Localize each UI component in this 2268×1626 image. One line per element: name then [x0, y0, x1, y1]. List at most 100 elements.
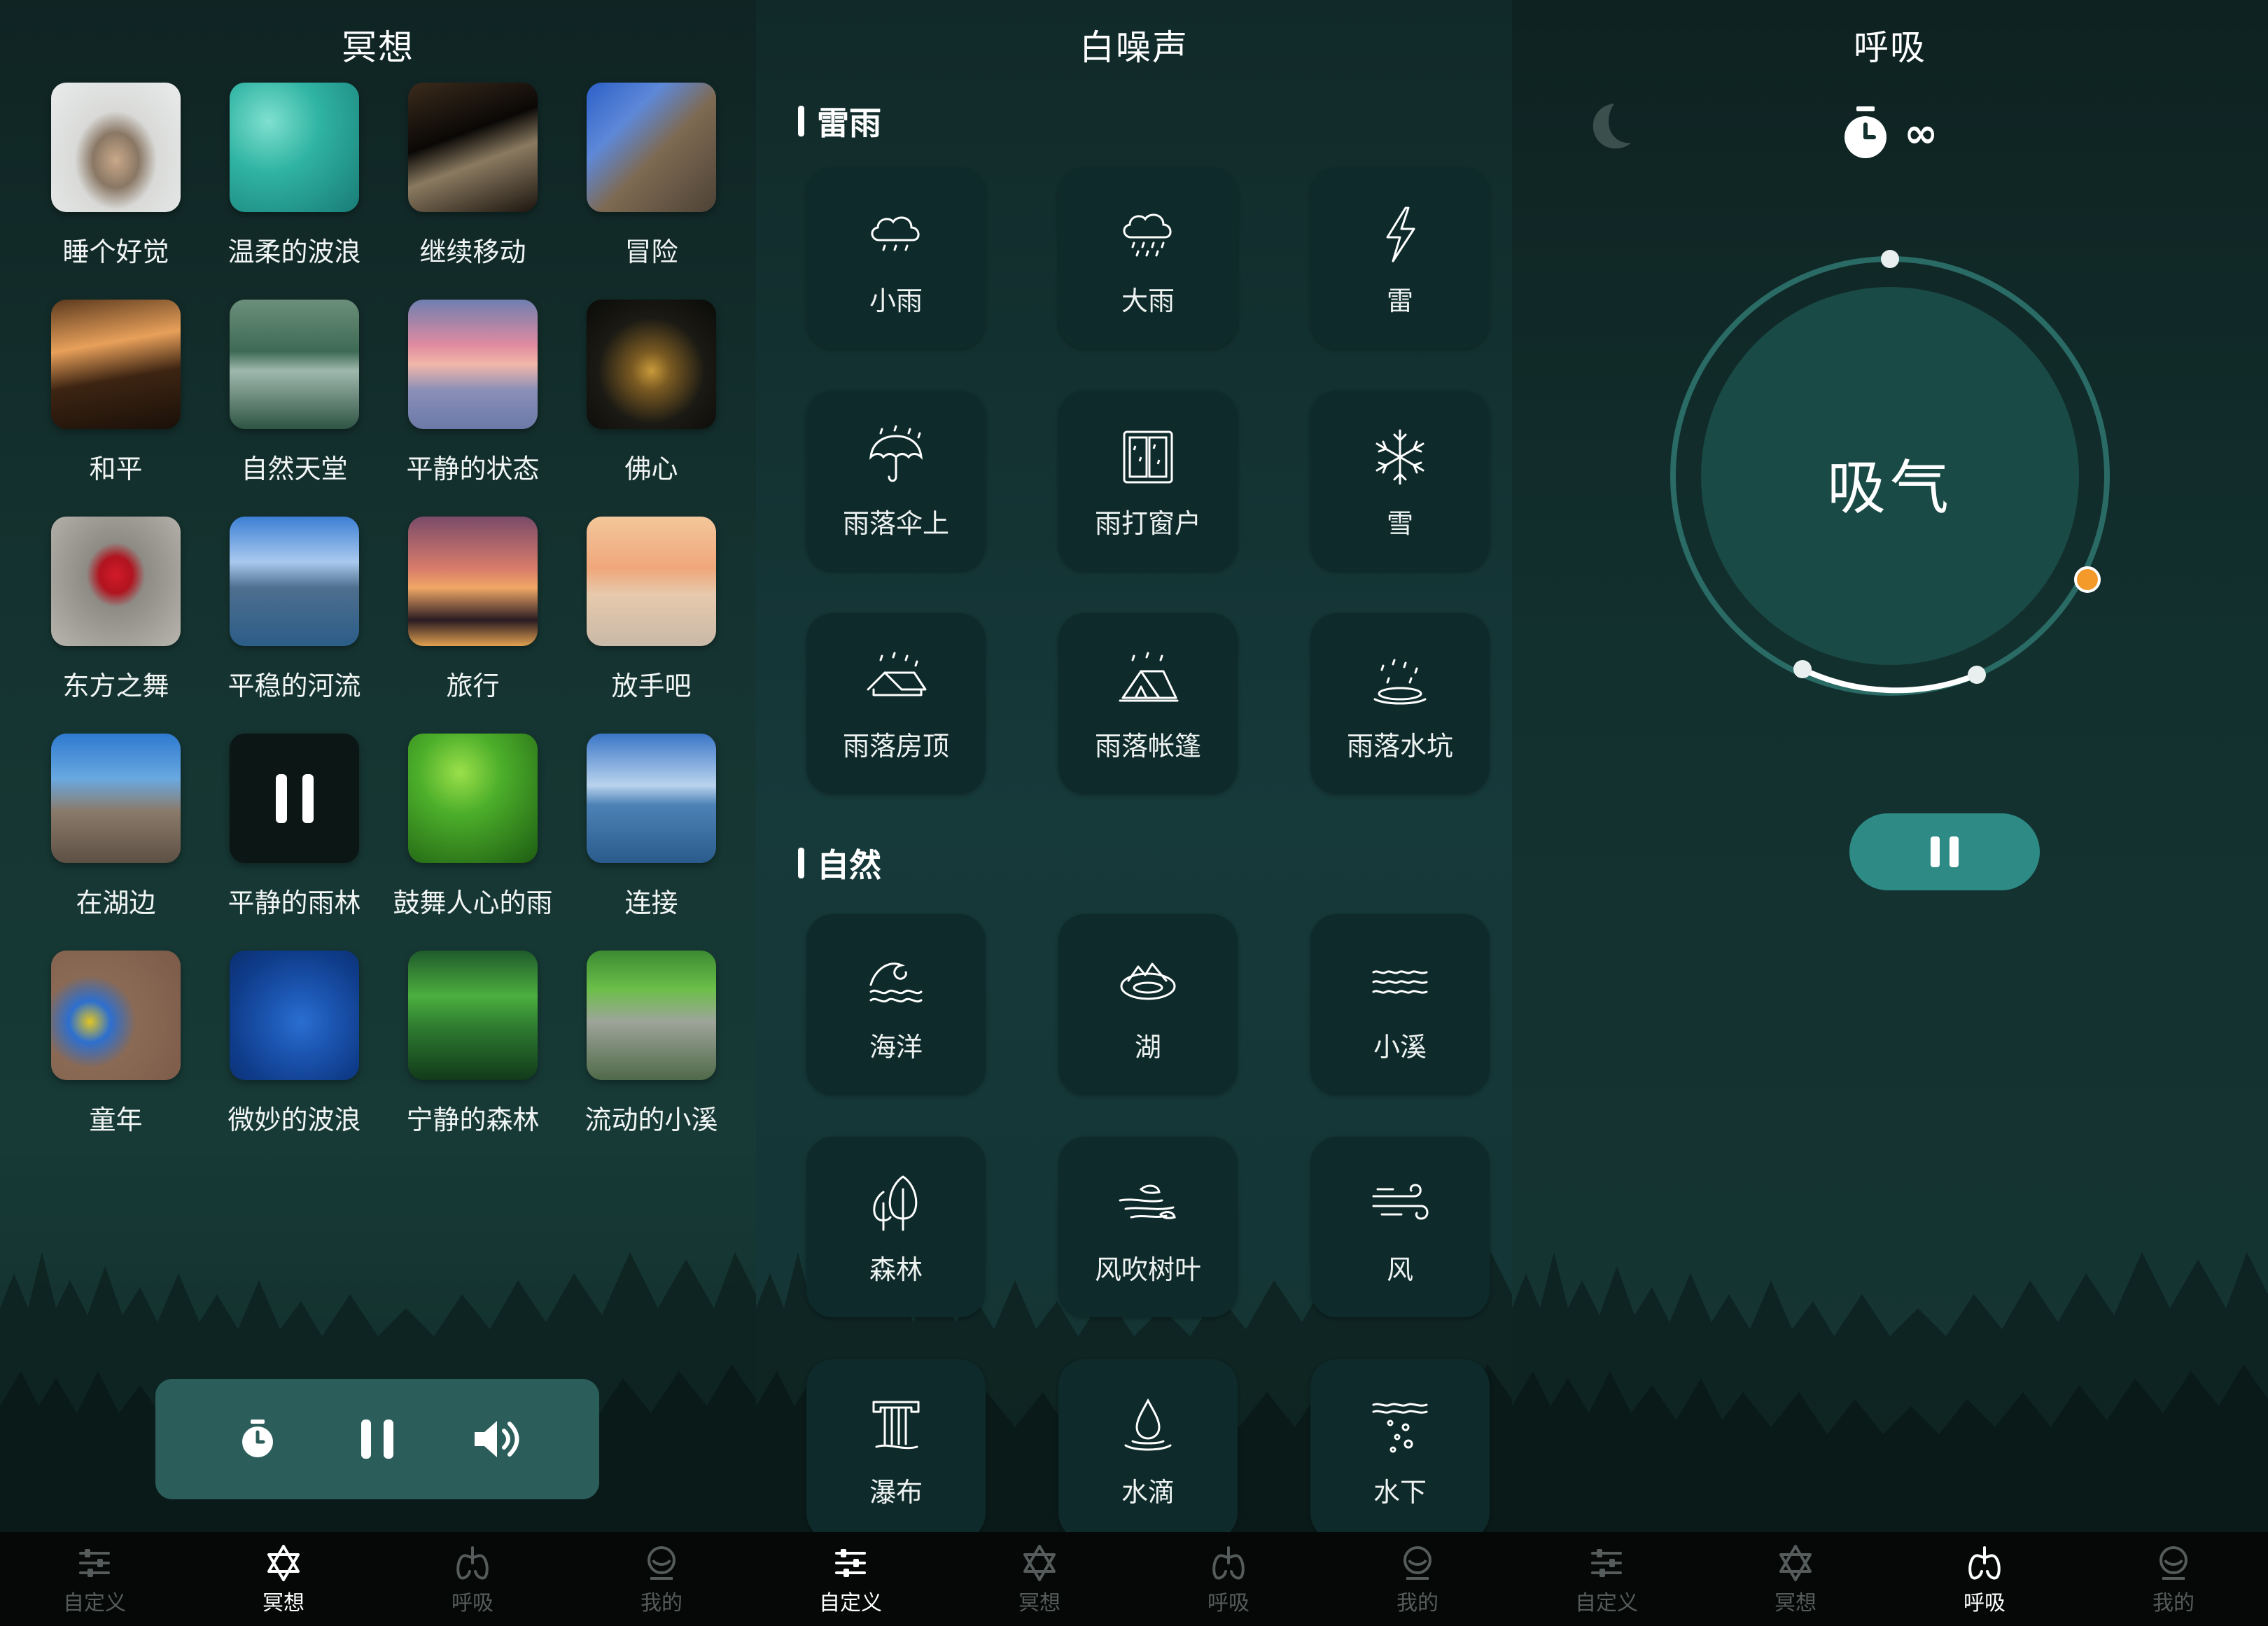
- noise-tile[interactable]: 雷: [1310, 168, 1490, 349]
- meditation-item[interactable]: 佛心: [562, 300, 741, 486]
- noise-tile[interactable]: 雨落房顶: [806, 613, 986, 794]
- moon-icon[interactable]: [1582, 98, 1638, 154]
- meditation-item[interactable]: 和平: [27, 300, 205, 486]
- umbrella-rain-icon: [869, 425, 923, 482]
- meditation-thumbnail-grass[interactable]: [408, 734, 538, 863]
- noise-tile[interactable]: 海洋: [806, 914, 986, 1095]
- noise-label: 雨落帐篷: [1094, 730, 1201, 762]
- meditation-thumbnail-playing[interactable]: [230, 734, 359, 863]
- tab-me[interactable]: 我的: [2079, 1532, 2268, 1626]
- meditation-item[interactable]: 继续移动: [384, 83, 562, 269]
- lightning-icon: [1386, 206, 1415, 262]
- meditation-thumbnail-sleeping-cat[interactable]: [51, 83, 181, 212]
- meditation-thumbnail-beach-person[interactable]: [587, 517, 716, 646]
- tab-me[interactable]: 我的: [567, 1532, 756, 1626]
- meditation-item[interactable]: 旅行: [384, 517, 562, 703]
- puddle-rain-icon: [1373, 659, 1427, 704]
- noise-tile[interactable]: 湖: [1058, 914, 1238, 1095]
- volume-button[interactable]: [469, 1411, 525, 1467]
- meditation-thumbnail-candles[interactable]: [51, 300, 181, 429]
- noise-label: 雨落水坑: [1346, 730, 1453, 762]
- meditation-thumbnail-buddha[interactable]: [587, 300, 716, 429]
- tab-custom[interactable]: 自定义: [0, 1532, 189, 1626]
- meditation-thumbnail-sunset-lake[interactable]: [408, 300, 538, 429]
- meditation-item[interactable]: 鼓舞人心的雨: [384, 734, 562, 920]
- tab-meditation[interactable]: 冥想: [945, 1532, 1134, 1626]
- meditation-thumbnail-turquoise-water[interactable]: [230, 83, 359, 212]
- bottom-tabbar: 自定义 冥想 呼吸 我的: [0, 1532, 756, 1626]
- section-title-nature: 自然: [798, 840, 881, 886]
- meditation-item[interactable]: 微妙的波浪: [205, 951, 384, 1137]
- noise-tile[interactable]: 水滴: [1058, 1359, 1238, 1540]
- meditation-thumbnail-forest-mist[interactable]: [408, 951, 538, 1080]
- timer-button[interactable]: [230, 1411, 286, 1467]
- meditation-thumbnail-climber[interactable]: [587, 83, 716, 212]
- meditation-thumbnail-ripples[interactable]: [230, 951, 359, 1080]
- meditation-thumbnail-forest-bridge[interactable]: [230, 300, 359, 429]
- noise-tile[interactable]: 大雨: [1058, 168, 1238, 349]
- meditation-item[interactable]: 童年: [27, 951, 205, 1137]
- meditation-item[interactable]: 平稳的河流: [205, 517, 384, 703]
- meditation-label: 和平: [89, 454, 143, 484]
- tab-custom[interactable]: 自定义: [756, 1532, 945, 1626]
- noise-tile[interactable]: 雨落帐篷: [1058, 613, 1238, 794]
- meditation-item[interactable]: 冒险: [562, 83, 741, 269]
- meditation-item[interactable]: 温柔的波浪: [205, 83, 384, 269]
- meditation-item[interactable]: 放手吧: [562, 517, 741, 703]
- noise-label: 雨落房顶: [842, 730, 949, 762]
- noise-tile[interactable]: 水下: [1310, 1359, 1490, 1540]
- pause-button[interactable]: [1849, 813, 2040, 890]
- tab-meditation[interactable]: 冥想: [189, 1532, 378, 1626]
- meditation-item[interactable]: 流动的小溪: [562, 951, 741, 1137]
- noise-tile[interactable]: 雪: [1310, 391, 1490, 571]
- noise-tile[interactable]: 雨落伞上: [806, 391, 986, 571]
- meditation-item[interactable]: 睡个好觉: [27, 83, 205, 269]
- snowflake-icon: [1376, 429, 1424, 484]
- meditation-thumbnail-river[interactable]: [230, 517, 359, 646]
- noise-label: 瀑布: [869, 1476, 923, 1508]
- noise-label: 雨打窗户: [1094, 507, 1201, 539]
- mini-player: [155, 1379, 599, 1499]
- tab-breathing[interactable]: 呼吸: [1134, 1532, 1323, 1626]
- noise-label: 雪: [1386, 507, 1413, 539]
- meditation-thumbnail-pier[interactable]: [587, 734, 716, 863]
- tab-me[interactable]: 我的: [1323, 1532, 1512, 1626]
- pause-button[interactable]: [349, 1411, 405, 1467]
- meditation-item[interactable]: 宁静的森林: [384, 951, 562, 1137]
- meditation-item[interactable]: 东方之舞: [27, 517, 205, 703]
- meditation-label: 自然天堂: [241, 454, 348, 484]
- tab-breathing[interactable]: 呼吸: [1890, 1532, 2079, 1626]
- meditation-thumbnail-dancer[interactable]: [51, 517, 181, 646]
- noise-tile[interactable]: 森林: [806, 1137, 986, 1317]
- lungs-icon: [451, 1542, 493, 1584]
- tab-label: 呼吸: [1208, 1591, 1250, 1616]
- meditation-thumbnail-night-road[interactable]: [408, 83, 538, 212]
- noise-tile[interactable]: 风吹树叶: [1058, 1137, 1238, 1317]
- meditation-label: 继续移动: [419, 237, 526, 267]
- meditation-label: 连接: [624, 888, 678, 918]
- noise-tile[interactable]: 瀑布: [806, 1359, 986, 1540]
- meditation-grid: 睡个好觉 温柔的波浪 继续移动 冒险 和平 自然天堂 平静的状态 佛心 东方之舞…: [27, 83, 741, 1137]
- lake-icon: [1120, 962, 1176, 1000]
- meditation-item[interactable]: 平静的状态: [384, 300, 562, 486]
- meditation-item[interactable]: 自然天堂: [205, 300, 384, 486]
- noise-tile[interactable]: 雨落水坑: [1310, 613, 1490, 794]
- noise-tile[interactable]: 风: [1310, 1137, 1490, 1317]
- tab-breathing[interactable]: 呼吸: [378, 1532, 567, 1626]
- duration-selector[interactable]: ∞: [1841, 105, 1938, 161]
- waterfall-icon: [872, 1401, 920, 1449]
- meditation-item[interactable]: 连接: [562, 734, 741, 920]
- meditation-thumbnail-airplane[interactable]: [408, 517, 538, 646]
- meditation-thumbnail-creek[interactable]: [587, 951, 716, 1080]
- noise-tile[interactable]: 小溪: [1310, 914, 1490, 1095]
- meditation-item[interactable]: 平静的雨林: [205, 734, 384, 920]
- tab-custom[interactable]: 自定义: [1512, 1532, 1701, 1626]
- meditation-label: 微妙的波浪: [227, 1105, 361, 1135]
- forest-icon: [873, 1175, 918, 1231]
- meditation-item[interactable]: 在湖边: [27, 734, 205, 920]
- meditation-thumbnail-marbles[interactable]: [51, 951, 181, 1080]
- meditation-thumbnail-lakeside-stones[interactable]: [51, 734, 181, 863]
- noise-tile[interactable]: 雨打窗户: [1058, 391, 1238, 571]
- noise-tile[interactable]: 小雨: [806, 168, 986, 349]
- tab-meditation[interactable]: 冥想: [1701, 1532, 1890, 1626]
